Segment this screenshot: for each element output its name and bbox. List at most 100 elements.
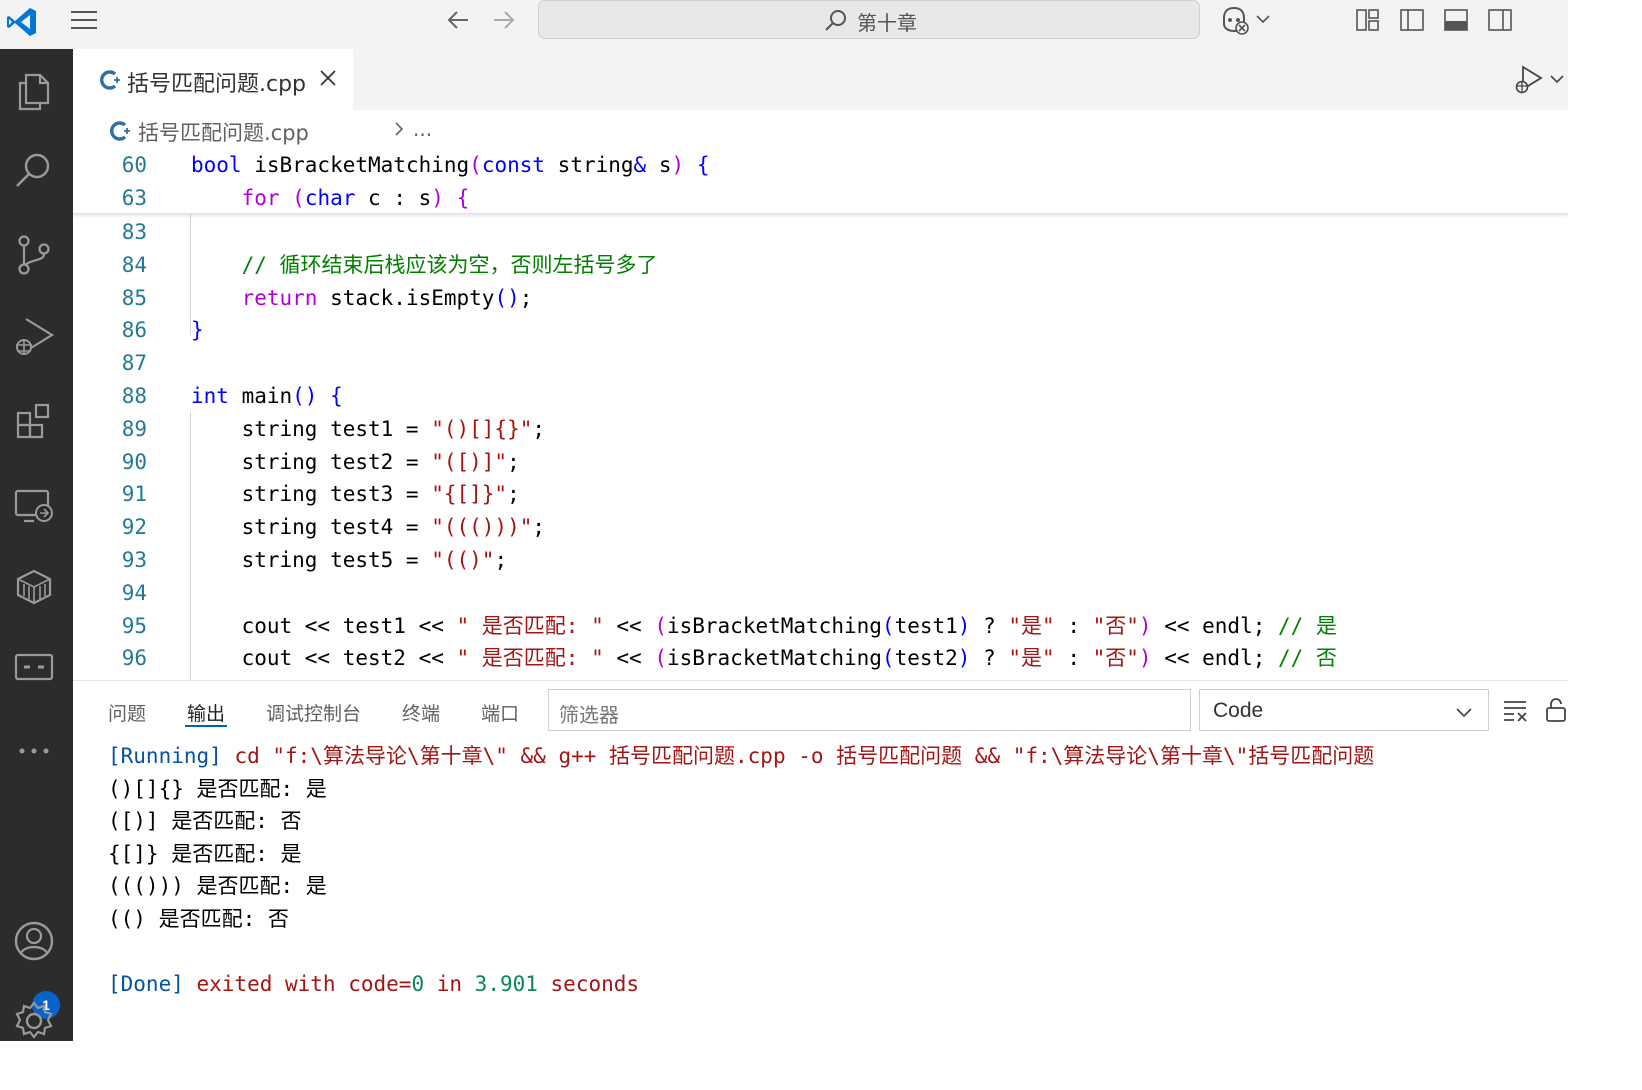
code-line[interactable]: 92 string test4 = "((()))"; [73,512,1568,545]
tab-problems[interactable]: 问题 [108,699,146,726]
active-tab-indicator [185,725,227,727]
more-icon[interactable] [12,729,56,773]
tab-debug-console[interactable]: 调试控制台 [266,699,361,726]
vscode-logo-icon [7,8,36,36]
chevron-down-icon[interactable] [1254,10,1272,28]
code-token: ) [957,613,971,638]
lock-scroll-icon[interactable] [1543,697,1571,723]
code-line[interactable]: 90 string test2 = "([)]"; [73,447,1568,480]
code-line[interactable]: 83 [73,217,1568,250]
code-text: string test5 = "(()"; [191,545,508,575]
code-line[interactable]: 60 bool isBracketMatching(const string& s… [73,150,1568,183]
code-token: ; [532,416,546,441]
filter-placeholder: 筛选器 [559,703,619,727]
output-channel-select[interactable]: Code [1199,689,1489,731]
code-token: ( [654,613,667,638]
code-token: { [456,185,470,210]
menu-icon[interactable] [68,6,100,34]
copilot-icon[interactable] [1218,4,1250,36]
code-text: bool isBracketMatching(const string& s) … [191,150,709,180]
run-and-debug-icon[interactable] [12,315,56,359]
accounts-icon[interactable] [12,919,56,963]
code-token: "(()" [431,548,495,572]
chevron-right-icon [395,122,404,136]
remote-connection-icon[interactable] [12,645,56,689]
code-line[interactable]: 93 string test5 = "(()"; [73,545,1568,578]
breadcrumb-more[interactable]: ... [413,117,432,141]
code-line[interactable]: 91 string test3 = "{[]}"; [73,479,1568,512]
code-token: << [603,646,655,671]
tab-output[interactable]: 输出 [187,699,225,726]
code-token: // 循环结束后栈应该为空，否则左括号多了 [241,252,658,277]
code-token: ; [494,548,508,572]
output-segment: 0 [411,972,425,997]
search-icon[interactable] [12,149,56,193]
back-arrow-icon[interactable] [444,6,472,34]
code-token: () [292,384,318,408]
chevron-down-icon[interactable] [1549,71,1565,87]
code-token: stack.isEmpty [317,285,495,310]
code-line[interactable]: 86} [73,315,1568,348]
code-line[interactable]: 84 // 循环结束后栈应该为空，否则左括号多了 [73,250,1568,283]
search-icon [825,10,846,31]
code-line[interactable]: 85 return stack.isEmpty(); [73,283,1568,316]
source-control-icon[interactable] [12,233,56,277]
code-token: ) [671,153,685,177]
code-token: ) [957,646,971,671]
code-line[interactable]: 87 [73,348,1568,381]
code-token: { [696,153,710,177]
line-number: 92 [121,515,147,540]
code-line[interactable]: 94 [73,578,1568,611]
output-segment: [Done] [108,972,184,997]
run-debug-play-icon[interactable] [1513,63,1545,95]
toggle-primary-sidebar-icon[interactable] [1398,6,1426,34]
code-token: "否" [1092,613,1139,638]
toggle-secondary-sidebar-icon[interactable] [1486,6,1514,34]
line-number: 85 [121,285,147,310]
forward-arrow-icon[interactable] [490,6,518,34]
code-token: c : s [355,185,432,210]
code-token: for [241,185,280,210]
code-line[interactable]: 89 string test1 = "()[]{}"; [73,414,1568,447]
code-token: << [603,613,655,638]
code-token: " 是否匹配: " [456,646,604,671]
containers-icon[interactable] [12,565,56,609]
code-token: ( [881,613,895,638]
tab-ports[interactable]: 端口 [481,699,519,726]
code-token: << endl; [1151,646,1278,671]
toggle-panel-icon[interactable] [1442,6,1470,34]
output-segment: [Running] [108,744,222,768]
explorer-icon[interactable] [12,69,56,113]
code-token: : [1054,613,1093,638]
code-editor[interactable]: 60 bool isBracketMatching(const string& s… [73,150,1568,680]
code-line[interactable]: 96 cout << test2 << " 是否匹配: " << (isBrac… [73,643,1568,676]
breadcrumb-file[interactable]: 括号匹配问题.cpp [138,117,309,147]
code-token: () [494,285,520,310]
code-token: ) [1138,613,1152,638]
command-center-search[interactable]: 第十章 [538,0,1200,39]
code-token: string test1 = [191,416,432,441]
remote-explorer-icon[interactable] [12,483,56,527]
code-token: "{[]}" [431,482,508,507]
code-line[interactable]: 88 int main() { [73,381,1568,414]
code-token: : [1054,646,1093,671]
code-token: char [304,185,356,210]
editor-tab-active[interactable]: 括号匹配问题.cpp [73,49,353,110]
code-token: // 否 [1278,646,1337,671]
code-line[interactable]: 63 for (char c : s) { [73,183,1568,216]
code-line[interactable]: 95 cout << test1 << " 是否匹配: " << (isBrac… [73,611,1568,644]
extensions-icon[interactable] [12,399,56,443]
sticky-scroll[interactable]: 60 bool isBracketMatching(const string& s… [73,150,1568,214]
clear-output-icon[interactable] [1501,697,1529,723]
title-bar: 第十章 [0,0,1568,49]
gear-icon[interactable] [12,999,56,1043]
close-icon[interactable] [317,67,339,89]
output-line: (() 是否匹配: 否 [108,904,289,934]
output-segment: (() 是否匹配: 否 [108,907,289,931]
editor-tab-bar: 括号匹配问题.cpp [73,49,1568,110]
output-filter-input[interactable]: 筛选器 [548,689,1191,731]
search-text: 第十章 [857,11,917,35]
tab-terminal[interactable]: 终端 [402,699,440,726]
output-segment: ()[]{} 是否匹配: 是 [108,776,327,801]
customize-layout-icon[interactable] [1354,6,1382,34]
